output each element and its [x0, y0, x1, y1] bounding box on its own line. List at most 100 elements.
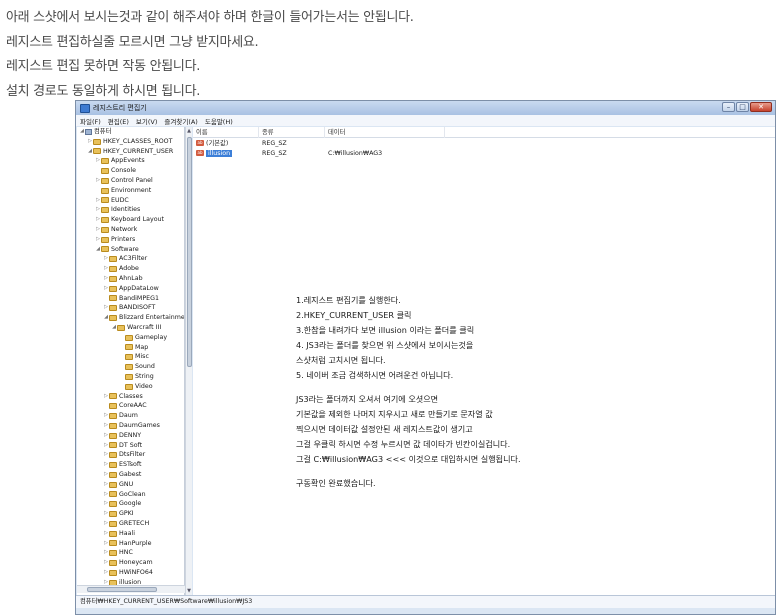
tree-node[interactable]: ▷ Identities — [95, 205, 140, 215]
folder-icon — [109, 511, 117, 518]
tree-node[interactable]: ◢ HKEY_CURRENT_USER — [87, 147, 173, 157]
close-button[interactable]: ✕ — [750, 102, 772, 112]
tree-node[interactable]: ▷ Printers — [95, 235, 135, 245]
tree-node[interactable]: ▷ DENNY — [103, 431, 141, 441]
registry-tree: ◢ 컴퓨터 ▷ HKEY_CLASSES_ROOT ◢ HKEY_CURRENT_US… — [77, 127, 185, 595]
tree-node[interactable]: ▷ Network — [95, 225, 137, 235]
column-data-header[interactable]: 데이터 — [325, 127, 445, 138]
tree-node-label: HWiNFO64 — [119, 569, 153, 576]
folder-icon — [93, 148, 101, 155]
note-line: 5. 네이버 조금 검색하시면 어려운건 아닙니다. — [296, 370, 454, 380]
tree-node[interactable]: ▷ BANDISOFT — [103, 303, 155, 313]
tree-node[interactable]: ▷ GNU — [103, 480, 133, 490]
folder-icon — [109, 393, 117, 400]
list-row[interactable]: ab (기본값) REG_SZ — [193, 139, 775, 149]
tree-vertical-scrollbar[interactable]: ▲ ▼ — [185, 127, 192, 595]
tree-node[interactable]: ▷ Google — [103, 499, 141, 509]
tree-node[interactable]: ▷ DT Soft — [103, 441, 142, 451]
folder-icon — [125, 334, 133, 341]
tree-node[interactable]: Gameplay — [119, 333, 167, 343]
window-controls: – □ ✕ — [722, 102, 772, 112]
scroll-thumb[interactable] — [87, 587, 157, 592]
tree-node[interactable]: Console — [95, 166, 136, 176]
tree-node[interactable]: ▷ AC3Filter — [103, 254, 147, 264]
tree-node[interactable]: ▷ Gabest — [103, 470, 141, 480]
tree-node[interactable]: ▷ Daum — [103, 411, 138, 421]
tree-node[interactable]: ▷ DtsFilter — [103, 450, 145, 460]
tree-node[interactable]: ▷ AppEvents — [95, 156, 145, 166]
tree-node[interactable]: ▷ HNC — [103, 548, 133, 558]
folder-icon — [109, 462, 117, 469]
title-bar[interactable]: 레지스트리 편집기 – □ ✕ — [76, 101, 775, 115]
tree-node-label: HanPurple — [119, 539, 152, 547]
tree-node[interactable]: ▷ GRETECH — [103, 519, 149, 529]
column-name-header[interactable]: 이름 — [193, 127, 259, 138]
tree-node[interactable]: ▷ HWiNFO64 — [103, 568, 153, 578]
scroll-down-icon[interactable]: ▼ — [186, 587, 192, 595]
tree-node[interactable]: ▷ GPKI — [103, 509, 134, 519]
tree-node[interactable]: ▷ Haali — [103, 529, 135, 539]
tree-node[interactable]: ▷ AhnLab — [103, 274, 143, 284]
tree-node[interactable]: Environment — [95, 186, 151, 196]
note-line: 2.HKEY_CURRENT_USER 클릭 — [296, 310, 412, 320]
maximize-button[interactable]: □ — [736, 102, 749, 112]
string-value-icon: ab — [196, 140, 204, 146]
tree-root[interactable]: ◢ 컴퓨터 — [79, 127, 111, 137]
tree-node[interactable]: ▷ DaumGames — [103, 421, 160, 431]
tree-node-label: BandiMPEG1 — [119, 294, 160, 302]
tree-node[interactable]: ▷ ESTsoft — [103, 460, 141, 470]
tree-node-label: AhnLab — [119, 275, 143, 282]
tree-node-label: Gabest — [119, 471, 142, 478]
intro-line: 레지스트 편집 못하면 작동 안됩니다. — [6, 59, 201, 74]
value-name: (기본값) — [206, 140, 229, 147]
tree-node[interactable]: String — [119, 372, 154, 382]
menu-favorites[interactable]: 즐겨찾기(A) — [164, 116, 197, 126]
tree-node-label: Classes — [119, 392, 143, 400]
tree-node-label: EUDC — [111, 196, 129, 204]
tree-node[interactable]: ▷ HKEY_CLASSES_ROOT — [87, 137, 172, 147]
menu-file[interactable]: 파일(F) — [80, 116, 101, 126]
tree-node-label: DtsFilter — [119, 451, 146, 459]
folder-icon — [109, 266, 117, 273]
tree-node[interactable]: CoreAAC — [103, 401, 147, 411]
folder-icon — [125, 383, 133, 390]
tree-node[interactable]: ▷ Keyboard Layout — [95, 215, 164, 225]
tree-horizontal-scrollbar[interactable] — [77, 585, 185, 593]
tree-node[interactable]: BandiMPEG1 — [103, 294, 159, 304]
list-row[interactable]: ab illusion REG_SZ C:₩illusion₩AG3 — [193, 149, 775, 159]
tree-node-label: AppEvents — [111, 157, 145, 165]
folder-icon — [109, 413, 117, 420]
menu-edit[interactable]: 편집(E) — [108, 116, 129, 126]
tree-node[interactable]: Map — [119, 343, 148, 353]
scroll-thumb[interactable] — [187, 137, 192, 367]
column-type-header[interactable]: 종류 — [259, 127, 325, 138]
folder-icon — [125, 364, 133, 371]
note-line: JS3라는 폴더까지 오셔서 여기에 오셧으면 — [296, 394, 439, 404]
tree-node[interactable]: Sound — [119, 362, 155, 372]
tree-node[interactable]: ▷ EUDC — [95, 196, 129, 206]
tree-node[interactable]: ◢ Warcraft III — [111, 323, 161, 333]
minimize-button[interactable]: – — [722, 102, 735, 112]
tree-node[interactable]: Video — [119, 382, 153, 392]
tree-node[interactable]: ▷ GoClean — [103, 490, 146, 500]
scroll-up-icon[interactable]: ▲ — [186, 127, 192, 135]
tree-node[interactable]: ▷ Honeycam — [103, 558, 153, 568]
tree-node[interactable]: Misc — [119, 352, 149, 362]
tree-node[interactable]: ▷ AppDataLow — [103, 284, 159, 294]
note-spacer — [296, 467, 521, 476]
tree-node[interactable]: ◢ Software — [95, 245, 139, 255]
tree-node[interactable]: ▷ Classes — [103, 392, 143, 402]
menu-help[interactable]: 도움말(H) — [205, 116, 233, 126]
status-bar: 컴퓨터₩HKEY_CURRENT_USER₩Software₩illusion₩… — [76, 595, 775, 608]
value-type: REG_SZ — [262, 150, 287, 157]
regedit-icon — [80, 103, 90, 113]
menu-view[interactable]: 보기(V) — [136, 116, 157, 126]
tree-node[interactable]: ▷ HanPurple — [103, 539, 151, 549]
folder-icon — [101, 168, 109, 175]
tree-node[interactable]: ◢ Blizzard Entertainment — [103, 313, 184, 323]
folder-icon — [109, 540, 117, 547]
tree-node[interactable]: ▷ Control Panel — [95, 176, 153, 186]
tree-node-label: String — [135, 373, 154, 380]
tree-node[interactable]: ▷ Adobe — [103, 264, 139, 274]
tree-node-label: HKEY_CURRENT_USER — [103, 147, 174, 155]
